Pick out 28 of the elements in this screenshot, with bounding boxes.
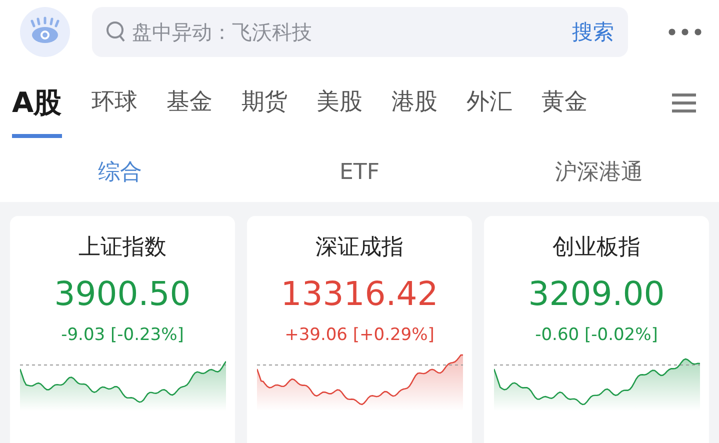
market-tab[interactable]: A股	[12, 78, 62, 138]
market-tab[interactable]: 外汇	[466, 78, 513, 138]
market-tab[interactable]: 基金	[166, 78, 213, 138]
more-icon[interactable]	[668, 28, 702, 36]
market-tab[interactable]: 环球	[92, 78, 138, 138]
index-change: +39.06 [+0.29%]	[284, 325, 434, 345]
market-tab[interactable]: 港股	[392, 78, 438, 138]
index-change: -9.03 [-0.23%]	[61, 325, 184, 345]
index-card[interactable]: 创业板指 3209.00 -0.60 [-0.02%]	[484, 216, 709, 443]
index-card[interactable]: 上证指数 3900.50 -9.03 [-0.23%]	[10, 216, 235, 443]
sub-tab[interactable]: 综合	[90, 153, 150, 191]
index-name: 上证指数	[78, 234, 166, 262]
index-name: 创业板指	[552, 234, 640, 262]
index-value: 13316.42	[280, 274, 438, 313]
search-icon	[106, 21, 126, 43]
market-tab[interactable]: 黄金	[542, 78, 588, 138]
index-value: 3209.00	[528, 274, 665, 313]
market-tab[interactable]: 美股	[316, 78, 363, 138]
market-tab[interactable]: 期货	[242, 78, 288, 138]
sub-tab[interactable]: 沪深港通	[547, 153, 652, 191]
index-name: 深证成指	[316, 234, 404, 262]
search-button[interactable]: 搜索	[572, 18, 614, 46]
menu-icon[interactable]	[671, 92, 697, 114]
index-change: -0.60 [-0.02%]	[535, 325, 658, 345]
index-card[interactable]: 深证成指 13316.42 +39.06 [+0.29%]	[247, 216, 472, 443]
sub-tab[interactable]: ETF	[331, 156, 388, 188]
search-field[interactable]: 盘中异动：飞沃科技 搜索	[92, 7, 628, 57]
index-value: 3900.50	[54, 274, 191, 313]
